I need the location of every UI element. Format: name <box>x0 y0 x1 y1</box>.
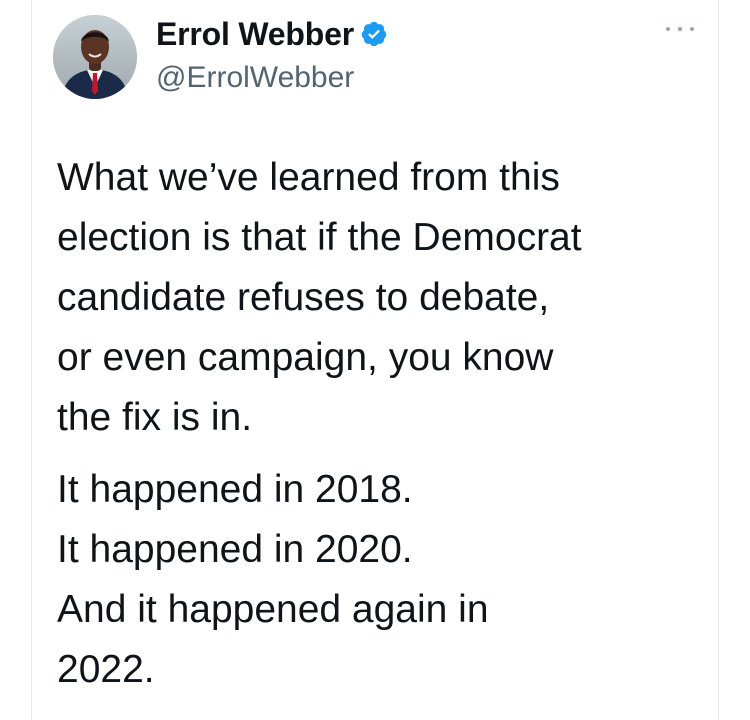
more-horizontal-icon <box>690 27 694 31</box>
author-handle[interactable]: @ErrolWebber <box>156 61 354 95</box>
avatar[interactable] <box>53 15 137 99</box>
tweet-line: or even campaign, you know <box>57 336 554 379</box>
tweet-line: It happened in 2018. <box>57 468 413 511</box>
tweet-line: What we’ve learned from this <box>57 156 560 199</box>
profile-photo <box>53 15 137 99</box>
author-name-row[interactable]: Errol Webber <box>156 14 388 54</box>
tweet-text: What we’ve learned from this election is… <box>57 148 707 700</box>
tweet-paragraph: What we’ve learned from this election is… <box>57 148 707 448</box>
tweet-line: the fix is in. <box>57 396 253 439</box>
more-options-button[interactable] <box>666 22 694 36</box>
tweet-line: candidate refuses to debate, <box>57 276 550 319</box>
verified-badge-icon <box>360 20 388 48</box>
tweet-line: 2022. <box>57 648 155 691</box>
tweet-line: And it happened again in <box>57 588 489 631</box>
tweet-line: election is that if the Democrat <box>57 216 582 259</box>
more-horizontal-icon <box>678 27 682 31</box>
tweet-paragraph: It happened in 2018. It happened in 2020… <box>57 460 707 700</box>
more-horizontal-icon <box>666 27 670 31</box>
tweet-line: It happened in 2020. <box>57 528 413 571</box>
author-display-name[interactable]: Errol Webber <box>156 16 354 53</box>
